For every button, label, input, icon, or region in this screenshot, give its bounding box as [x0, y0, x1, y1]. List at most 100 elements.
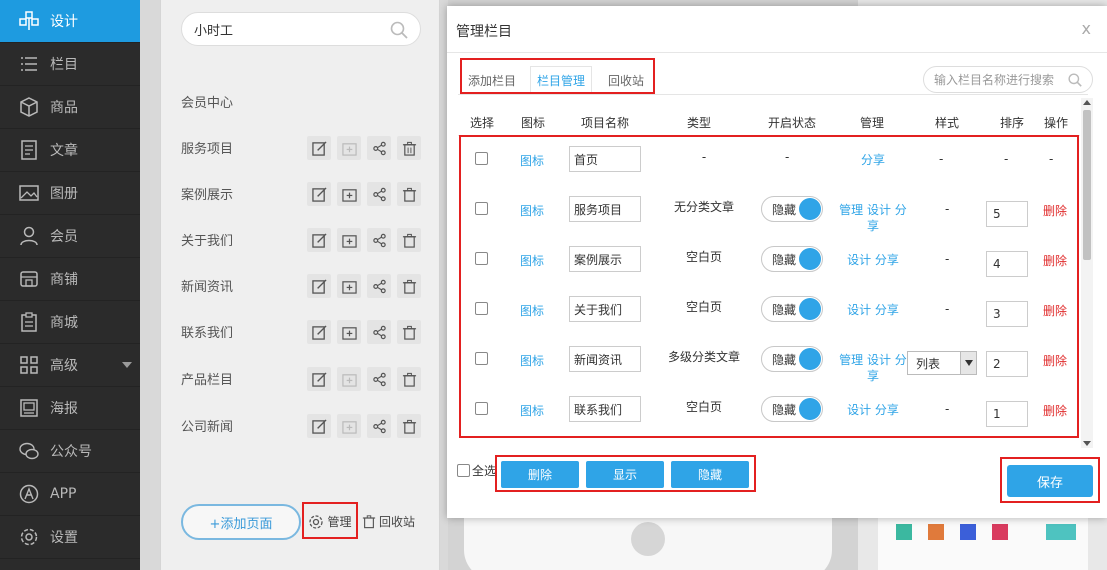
nav-item-app[interactable]: APP: [0, 473, 140, 516]
nav-item-articles[interactable]: 文章: [0, 129, 140, 172]
page-item[interactable]: 服务项目: [181, 124, 421, 170]
select-all-box[interactable]: [457, 464, 470, 477]
edit-icon[interactable]: [307, 320, 331, 344]
row-order-input[interactable]: 3: [986, 301, 1028, 327]
row-manage-links[interactable]: 设计 分享: [834, 302, 912, 318]
row-style-select[interactable]: 列表: [907, 351, 977, 375]
row-checkbox[interactable]: [475, 402, 488, 415]
scroll-down-icon[interactable]: [1083, 441, 1091, 446]
row-manage-links[interactable]: 分享: [834, 152, 912, 168]
row-checkbox[interactable]: [475, 302, 488, 315]
share-icon[interactable]: [367, 136, 391, 160]
add-page-icon[interactable]: [337, 274, 361, 298]
row-delete-link[interactable]: 删除: [1043, 302, 1067, 319]
share-icon[interactable]: [367, 367, 391, 391]
share-icon[interactable]: [367, 274, 391, 298]
nav-item-members[interactable]: 会员: [0, 215, 140, 258]
status-toggle[interactable]: 隐藏: [761, 296, 823, 322]
nav-item-posters[interactable]: 海报: [0, 387, 140, 430]
nav-item-albums[interactable]: 图册: [0, 172, 140, 215]
share-icon[interactable]: [367, 414, 391, 438]
trash-icon[interactable]: [397, 182, 421, 206]
status-toggle[interactable]: 隐藏: [761, 196, 823, 222]
row-icon-link[interactable]: 图标: [520, 152, 544, 169]
row-icon-link[interactable]: 图标: [520, 402, 544, 419]
page-item[interactable]: 产品栏目: [181, 355, 421, 401]
row-manage-links[interactable]: 设计 分享: [834, 402, 912, 418]
scroll-thumb[interactable]: [1083, 110, 1091, 260]
row-checkbox[interactable]: [475, 352, 488, 365]
page-item[interactable]: 联系我们: [181, 308, 421, 354]
row-name-input[interactable]: 案例展示: [569, 246, 641, 272]
nav-item-design[interactable]: 设计: [0, 0, 140, 43]
edit-icon[interactable]: [307, 228, 331, 252]
add-page-icon[interactable]: [337, 228, 361, 252]
row-manage-links[interactable]: 设计 分享: [834, 252, 912, 268]
search-icon[interactable]: [1068, 73, 1082, 90]
bulk-show-button[interactable]: 显示: [586, 461, 664, 488]
row-icon-link[interactable]: 图标: [520, 352, 544, 369]
share-icon[interactable]: [367, 320, 391, 344]
tab-recycle-bin[interactable]: 回收站: [602, 66, 650, 94]
page-search-input[interactable]: 小时工: [181, 12, 421, 46]
edit-icon[interactable]: [307, 414, 331, 438]
edit-icon[interactable]: [307, 274, 331, 298]
edit-icon[interactable]: [307, 367, 331, 391]
row-delete-link[interactable]: 删除: [1043, 252, 1067, 269]
row-order-input[interactable]: 2: [986, 351, 1028, 377]
status-toggle[interactable]: 隐藏: [761, 396, 823, 422]
add-page-icon[interactable]: [337, 182, 361, 206]
add-page-button[interactable]: +添加页面: [181, 504, 301, 540]
row-delete-link[interactable]: 删除: [1043, 352, 1067, 369]
row-order-input[interactable]: 1: [986, 401, 1028, 427]
bulk-hide-button[interactable]: 隐藏: [671, 461, 749, 488]
row-name-input[interactable]: 服务项目: [569, 196, 641, 222]
add-page-icon[interactable]: [337, 367, 361, 391]
row-manage-links[interactable]: 管理 设计 分享: [834, 202, 912, 234]
status-toggle[interactable]: 隐藏: [761, 246, 823, 272]
tab-add-column[interactable]: 添加栏目: [462, 66, 522, 94]
row-checkbox[interactable]: [475, 252, 488, 265]
trash-icon[interactable]: [397, 367, 421, 391]
bulk-delete-button[interactable]: 删除: [501, 461, 579, 488]
trash-icon[interactable]: [397, 136, 421, 160]
status-toggle[interactable]: 隐藏: [761, 346, 823, 372]
page-item[interactable]: 会员中心: [181, 78, 421, 124]
row-manage-links[interactable]: 管理 设计 分享: [834, 352, 912, 384]
nav-item-columns[interactable]: 栏目: [0, 43, 140, 86]
row-delete-link[interactable]: 删除: [1043, 202, 1067, 219]
trash-icon[interactable]: [397, 320, 421, 344]
share-icon[interactable]: [367, 228, 391, 252]
column-search-input[interactable]: 输入栏目名称进行搜索: [923, 66, 1093, 93]
page-item[interactable]: 案例展示: [181, 170, 421, 216]
row-name-input[interactable]: 新闻资讯: [569, 346, 641, 372]
nav-item-advanced[interactable]: 高级: [0, 344, 140, 387]
tab-column-management[interactable]: 栏目管理: [530, 66, 593, 94]
row-order-input[interactable]: 5: [986, 201, 1028, 227]
row-icon-link[interactable]: 图标: [520, 252, 544, 269]
nav-item-products[interactable]: 商品: [0, 86, 140, 129]
nav-item-mall[interactable]: 商城: [0, 301, 140, 344]
row-delete-link[interactable]: 删除: [1043, 402, 1067, 419]
row-icon-link[interactable]: 图标: [520, 302, 544, 319]
edit-icon[interactable]: [307, 136, 331, 160]
nav-item-settings[interactable]: 设置: [0, 516, 140, 559]
add-page-icon[interactable]: [337, 136, 361, 160]
search-icon[interactable]: [390, 21, 408, 43]
table-scrollbar[interactable]: [1081, 98, 1093, 448]
trash-icon[interactable]: [397, 414, 421, 438]
close-icon[interactable]: x: [1082, 19, 1091, 38]
manage-button[interactable]: 管理: [303, 505, 357, 538]
recycle-bin-button[interactable]: 回收站: [362, 505, 415, 538]
nav-item-official-account[interactable]: 公众号: [0, 430, 140, 473]
row-checkbox[interactable]: [475, 152, 488, 165]
row-checkbox[interactable]: [475, 202, 488, 215]
row-name-input[interactable]: 关于我们: [569, 296, 641, 322]
save-button[interactable]: 保存: [1007, 465, 1093, 497]
scroll-up-icon[interactable]: [1083, 100, 1091, 105]
page-item[interactable]: 关于我们: [181, 216, 421, 262]
add-page-icon[interactable]: [337, 320, 361, 344]
page-item[interactable]: 公司新闻: [181, 402, 421, 448]
row-order-input[interactable]: 4: [986, 251, 1028, 277]
row-icon-link[interactable]: 图标: [520, 202, 544, 219]
